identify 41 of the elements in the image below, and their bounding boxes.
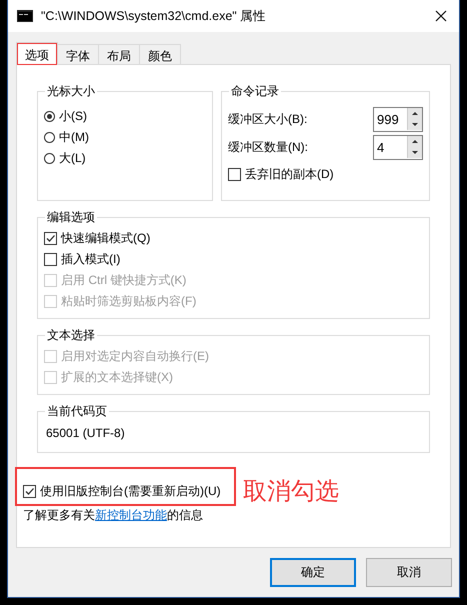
group-title: 文本选择 xyxy=(45,327,97,344)
radio-button[interactable] xyxy=(44,111,55,122)
console-icon xyxy=(17,10,33,22)
group-title: 命令记录 xyxy=(229,83,281,100)
highlight-box xyxy=(17,43,57,65)
feature-link[interactable]: 新控制台功能 xyxy=(95,508,167,522)
code-page-value: 65001 (UTF-8) xyxy=(46,426,126,440)
tab[interactable]: 字体 xyxy=(57,44,99,64)
radio-button[interactable] xyxy=(44,153,55,164)
checkbox-label: 插入模式(I) xyxy=(61,251,120,268)
checkbox[interactable] xyxy=(44,253,57,266)
dialog-button[interactable]: 取消 xyxy=(366,558,452,587)
checkbox[interactable] xyxy=(228,168,241,181)
annotation-text: 取消勾选 xyxy=(243,476,339,507)
group-title: 编辑选项 xyxy=(45,209,97,226)
info-text: 了解更多有关新控制台功能的信息 xyxy=(23,507,204,524)
field-label: 缓冲区大小(B): xyxy=(228,110,308,128)
checkbox-label: 扩展的文本选择键(X) xyxy=(61,369,173,386)
checkbox-label: 丢弃旧的副本(D) xyxy=(245,166,334,183)
checkbox-label: 粘贴时筛选剪贴板内容(F) xyxy=(61,293,196,310)
option-label: 小(S) xyxy=(59,108,87,125)
dialog-button[interactable]: 确定 xyxy=(270,558,356,587)
field-label: 缓冲区数量(N): xyxy=(228,138,309,156)
close-icon[interactable] xyxy=(435,10,447,22)
radio-button[interactable] xyxy=(44,132,55,143)
checkbox[interactable] xyxy=(23,484,36,498)
group-title: 当前代码页 xyxy=(45,403,109,420)
tab[interactable]: 布局 xyxy=(98,44,140,64)
number-field[interactable]: 4 xyxy=(373,134,423,160)
number-field[interactable]: 999 xyxy=(373,106,423,132)
checkbox-label: 使用旧版控制台(需要重新启动)(U) xyxy=(40,482,221,500)
checkbox-label: 启用 Ctrl 键快捷方式(K) xyxy=(61,272,186,289)
checkbox-label: 启用对选定内容自动换行(E) xyxy=(61,348,209,365)
group-title: 光标大小 xyxy=(45,83,97,100)
option-label: 大(L) xyxy=(59,150,86,167)
checkbox[interactable] xyxy=(44,232,57,245)
checkbox-label: 快速编辑模式(Q) xyxy=(61,230,150,247)
tab[interactable]: 颜色 xyxy=(139,44,181,64)
tab[interactable]: 选项 xyxy=(16,42,58,65)
window-title: "C:\WINDOWS\system32\cmd.exe" 属性 xyxy=(41,8,268,24)
option-label: 中(M) xyxy=(59,129,89,146)
